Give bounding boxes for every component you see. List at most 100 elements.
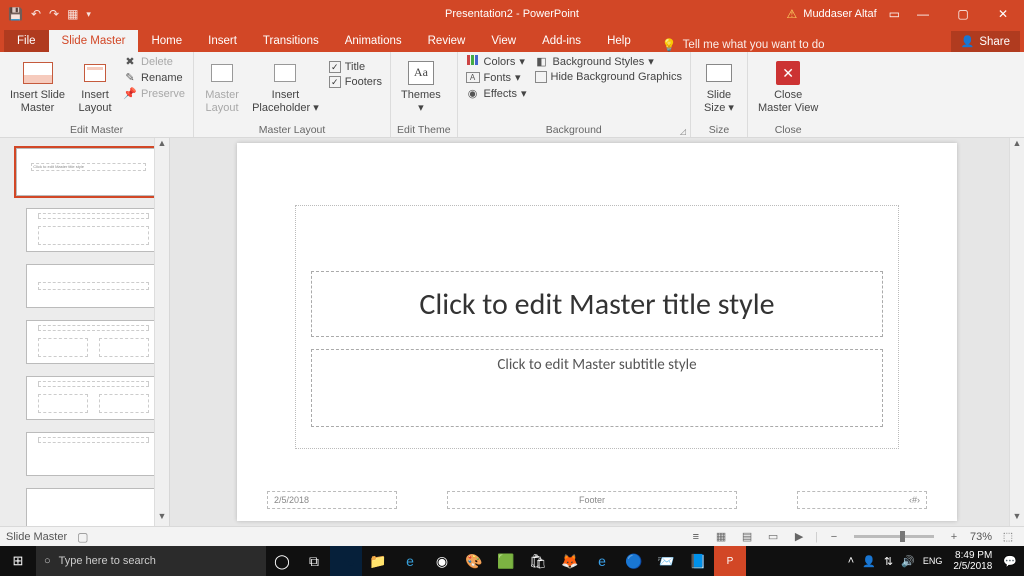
layout-thumbnail[interactable] <box>26 376 161 420</box>
app-icon[interactable]: 📘 <box>682 546 714 576</box>
cortana-icon[interactable]: ◯ <box>266 546 298 576</box>
title-checkbox[interactable]: ✓Title <box>327 60 384 74</box>
save-icon[interactable]: 💾 <box>8 7 23 21</box>
colors-button[interactable]: Colors ▾ <box>464 54 529 69</box>
dialog-launcher-icon[interactable]: ◿ <box>680 127 686 136</box>
app-icon[interactable]: 🎨 <box>458 546 490 576</box>
close-master-view-button[interactable]: ✕ Close Master View <box>754 54 822 114</box>
scroll-up-icon[interactable]: ▲ <box>155 138 169 153</box>
title-placeholder[interactable]: Click to edit Master title style <box>311 271 883 337</box>
themes-button[interactable]: Aa Themes▾ <box>397 54 445 114</box>
tab-animations[interactable]: Animations <box>332 30 415 52</box>
tab-slide-master[interactable]: Slide Master <box>49 30 139 52</box>
tab-insert[interactable]: Insert <box>195 30 250 52</box>
search-placeholder: Type here to search <box>59 555 156 567</box>
action-center-icon[interactable]: 💬 <box>1000 555 1020 568</box>
zoom-level[interactable]: 73% <box>970 531 992 543</box>
scroll-down-icon[interactable]: ▼ <box>155 511 169 526</box>
task-view-icon[interactable]: ⧉ <box>298 546 330 576</box>
reading-view-icon[interactable]: ▭ <box>763 529 783 545</box>
spellcheck-icon[interactable]: ▢ <box>77 530 88 544</box>
people-icon[interactable]: 👤 <box>859 555 879 568</box>
tray-overflow-icon[interactable]: ˄ <box>845 555 857 567</box>
thumbnail-scrollbar[interactable]: ▲ ▼ <box>154 138 169 526</box>
ribbon-display-icon[interactable]: ▭ <box>889 7 900 21</box>
fonts-button[interactable]: AFonts ▾ <box>464 70 529 85</box>
redo-icon[interactable]: ↷ <box>49 7 59 21</box>
tab-addins[interactable]: Add-ins <box>529 30 594 52</box>
volume-icon[interactable]: 🔊 <box>898 555 918 568</box>
powerpoint-taskbar-icon[interactable]: P <box>714 546 746 576</box>
network-icon[interactable]: ⇅ <box>881 555 896 568</box>
workspace: Click to edit Master title style ▲ ▼ <box>0 138 1024 526</box>
tab-transitions[interactable]: Transitions <box>250 30 332 52</box>
taskbar-clock[interactable]: 8:49 PM 2/5/2018 <box>947 550 998 572</box>
slide-master-thumbnail[interactable]: Click to edit Master title style <box>16 148 161 196</box>
zoom-slider[interactable] <box>854 535 934 538</box>
tab-file[interactable]: File <box>4 30 49 52</box>
insert-layout-button[interactable]: Insert Layout <box>73 54 117 114</box>
tab-home[interactable]: Home <box>138 30 195 52</box>
layout-thumbnail[interactable] <box>26 208 161 252</box>
close-window-button[interactable]: ✕ <box>986 0 1020 28</box>
layout-thumbnail[interactable] <box>26 264 161 308</box>
footers-checkbox[interactable]: ✓Footers <box>327 75 384 89</box>
tab-help[interactable]: Help <box>594 30 644 52</box>
app-icon[interactable]: Ps <box>330 546 362 576</box>
share-button[interactable]: 👤 Share <box>951 31 1020 52</box>
tab-view[interactable]: View <box>478 30 529 52</box>
effects-button[interactable]: ◉Effects ▾ <box>464 86 529 101</box>
store-icon[interactable]: 🛍 <box>522 546 554 576</box>
scroll-up-icon[interactable]: ▲ <box>1010 138 1024 153</box>
rename-button[interactable]: ✎Rename <box>121 70 187 85</box>
scroll-down-icon[interactable]: ▼ <box>1010 511 1024 526</box>
minimize-button[interactable]: — <box>906 0 940 28</box>
maximize-button[interactable]: ▢ <box>946 0 980 28</box>
ie-icon[interactable]: e <box>394 546 426 576</box>
slideshow-icon[interactable]: ▶ <box>789 529 809 545</box>
group-label: Master Layout <box>200 122 384 137</box>
layout-thumbnail[interactable] <box>26 488 161 526</box>
zoom-in-button[interactable]: + <box>944 529 964 545</box>
tab-review[interactable]: Review <box>415 30 479 52</box>
notes-button[interactable]: ≡ <box>693 531 706 543</box>
group-size: Slide Size ▾ Size <box>691 52 748 137</box>
group-master-layout: Master Layout Insert Placeholder ▾ ✓Titl… <box>194 52 391 137</box>
taskbar-search[interactable]: ○ Type here to search <box>36 546 266 576</box>
edge-icon[interactable]: e <box>586 546 618 576</box>
share-icon: 👤 <box>961 35 975 48</box>
layout-thumbnail[interactable] <box>26 432 161 476</box>
group-background: Colors ▾ AFonts ▾ ◉Effects ▾ ◧Background… <box>458 52 691 137</box>
subtitle-placeholder[interactable]: Click to edit Master subtitle style <box>311 349 883 427</box>
chrome-icon[interactable]: ◉ <box>426 546 458 576</box>
tell-me-search[interactable]: 💡 Tell me what you want to do <box>662 38 825 52</box>
slide-size-button[interactable]: Slide Size ▾ <box>697 54 741 114</box>
fit-to-window-icon[interactable]: ⬚ <box>998 529 1018 545</box>
slide-sorter-icon[interactable]: ▤ <box>737 529 757 545</box>
qat-dropdown-icon[interactable]: ▾ <box>86 9 91 20</box>
layout-thumbnail[interactable] <box>26 320 161 364</box>
normal-view-icon[interactable]: ▦ <box>711 529 731 545</box>
background-styles-button[interactable]: ◧Background Styles ▾ <box>533 54 684 69</box>
zoom-out-button[interactable]: − <box>824 529 844 545</box>
date-placeholder[interactable]: 2/5/2018 <box>267 491 397 509</box>
tell-me-label: Tell me what you want to do <box>683 39 825 51</box>
start-button[interactable]: ⊞ <box>0 546 36 576</box>
hide-bg-checkbox[interactable]: Hide Background Graphics <box>533 70 684 84</box>
app-icon[interactable]: 🔵 <box>618 546 650 576</box>
footer-placeholder[interactable]: Footer <box>447 491 737 509</box>
user-name[interactable]: Muddaser Altaf <box>803 8 876 20</box>
language-icon[interactable]: ENG <box>920 556 946 566</box>
start-from-beginning-icon[interactable]: ▦ <box>67 7 78 21</box>
firefox-icon[interactable]: 🦊 <box>554 546 586 576</box>
close-icon: ✕ <box>776 61 800 85</box>
file-explorer-icon[interactable]: 📁 <box>362 546 394 576</box>
insert-slide-master-button[interactable]: Insert Slide Master <box>6 54 69 114</box>
editor-scrollbar[interactable]: ▲ ▼ <box>1009 138 1024 526</box>
app-icon[interactable]: 📨 <box>650 546 682 576</box>
insert-placeholder-button[interactable]: Insert Placeholder ▾ <box>248 54 323 114</box>
undo-icon[interactable]: ↶ <box>31 7 41 21</box>
slide-canvas[interactable]: Click to edit Master title style Click t… <box>237 143 957 521</box>
app-icon[interactable]: 🟩 <box>490 546 522 576</box>
slide-number-placeholder[interactable]: ‹#› <box>797 491 927 509</box>
